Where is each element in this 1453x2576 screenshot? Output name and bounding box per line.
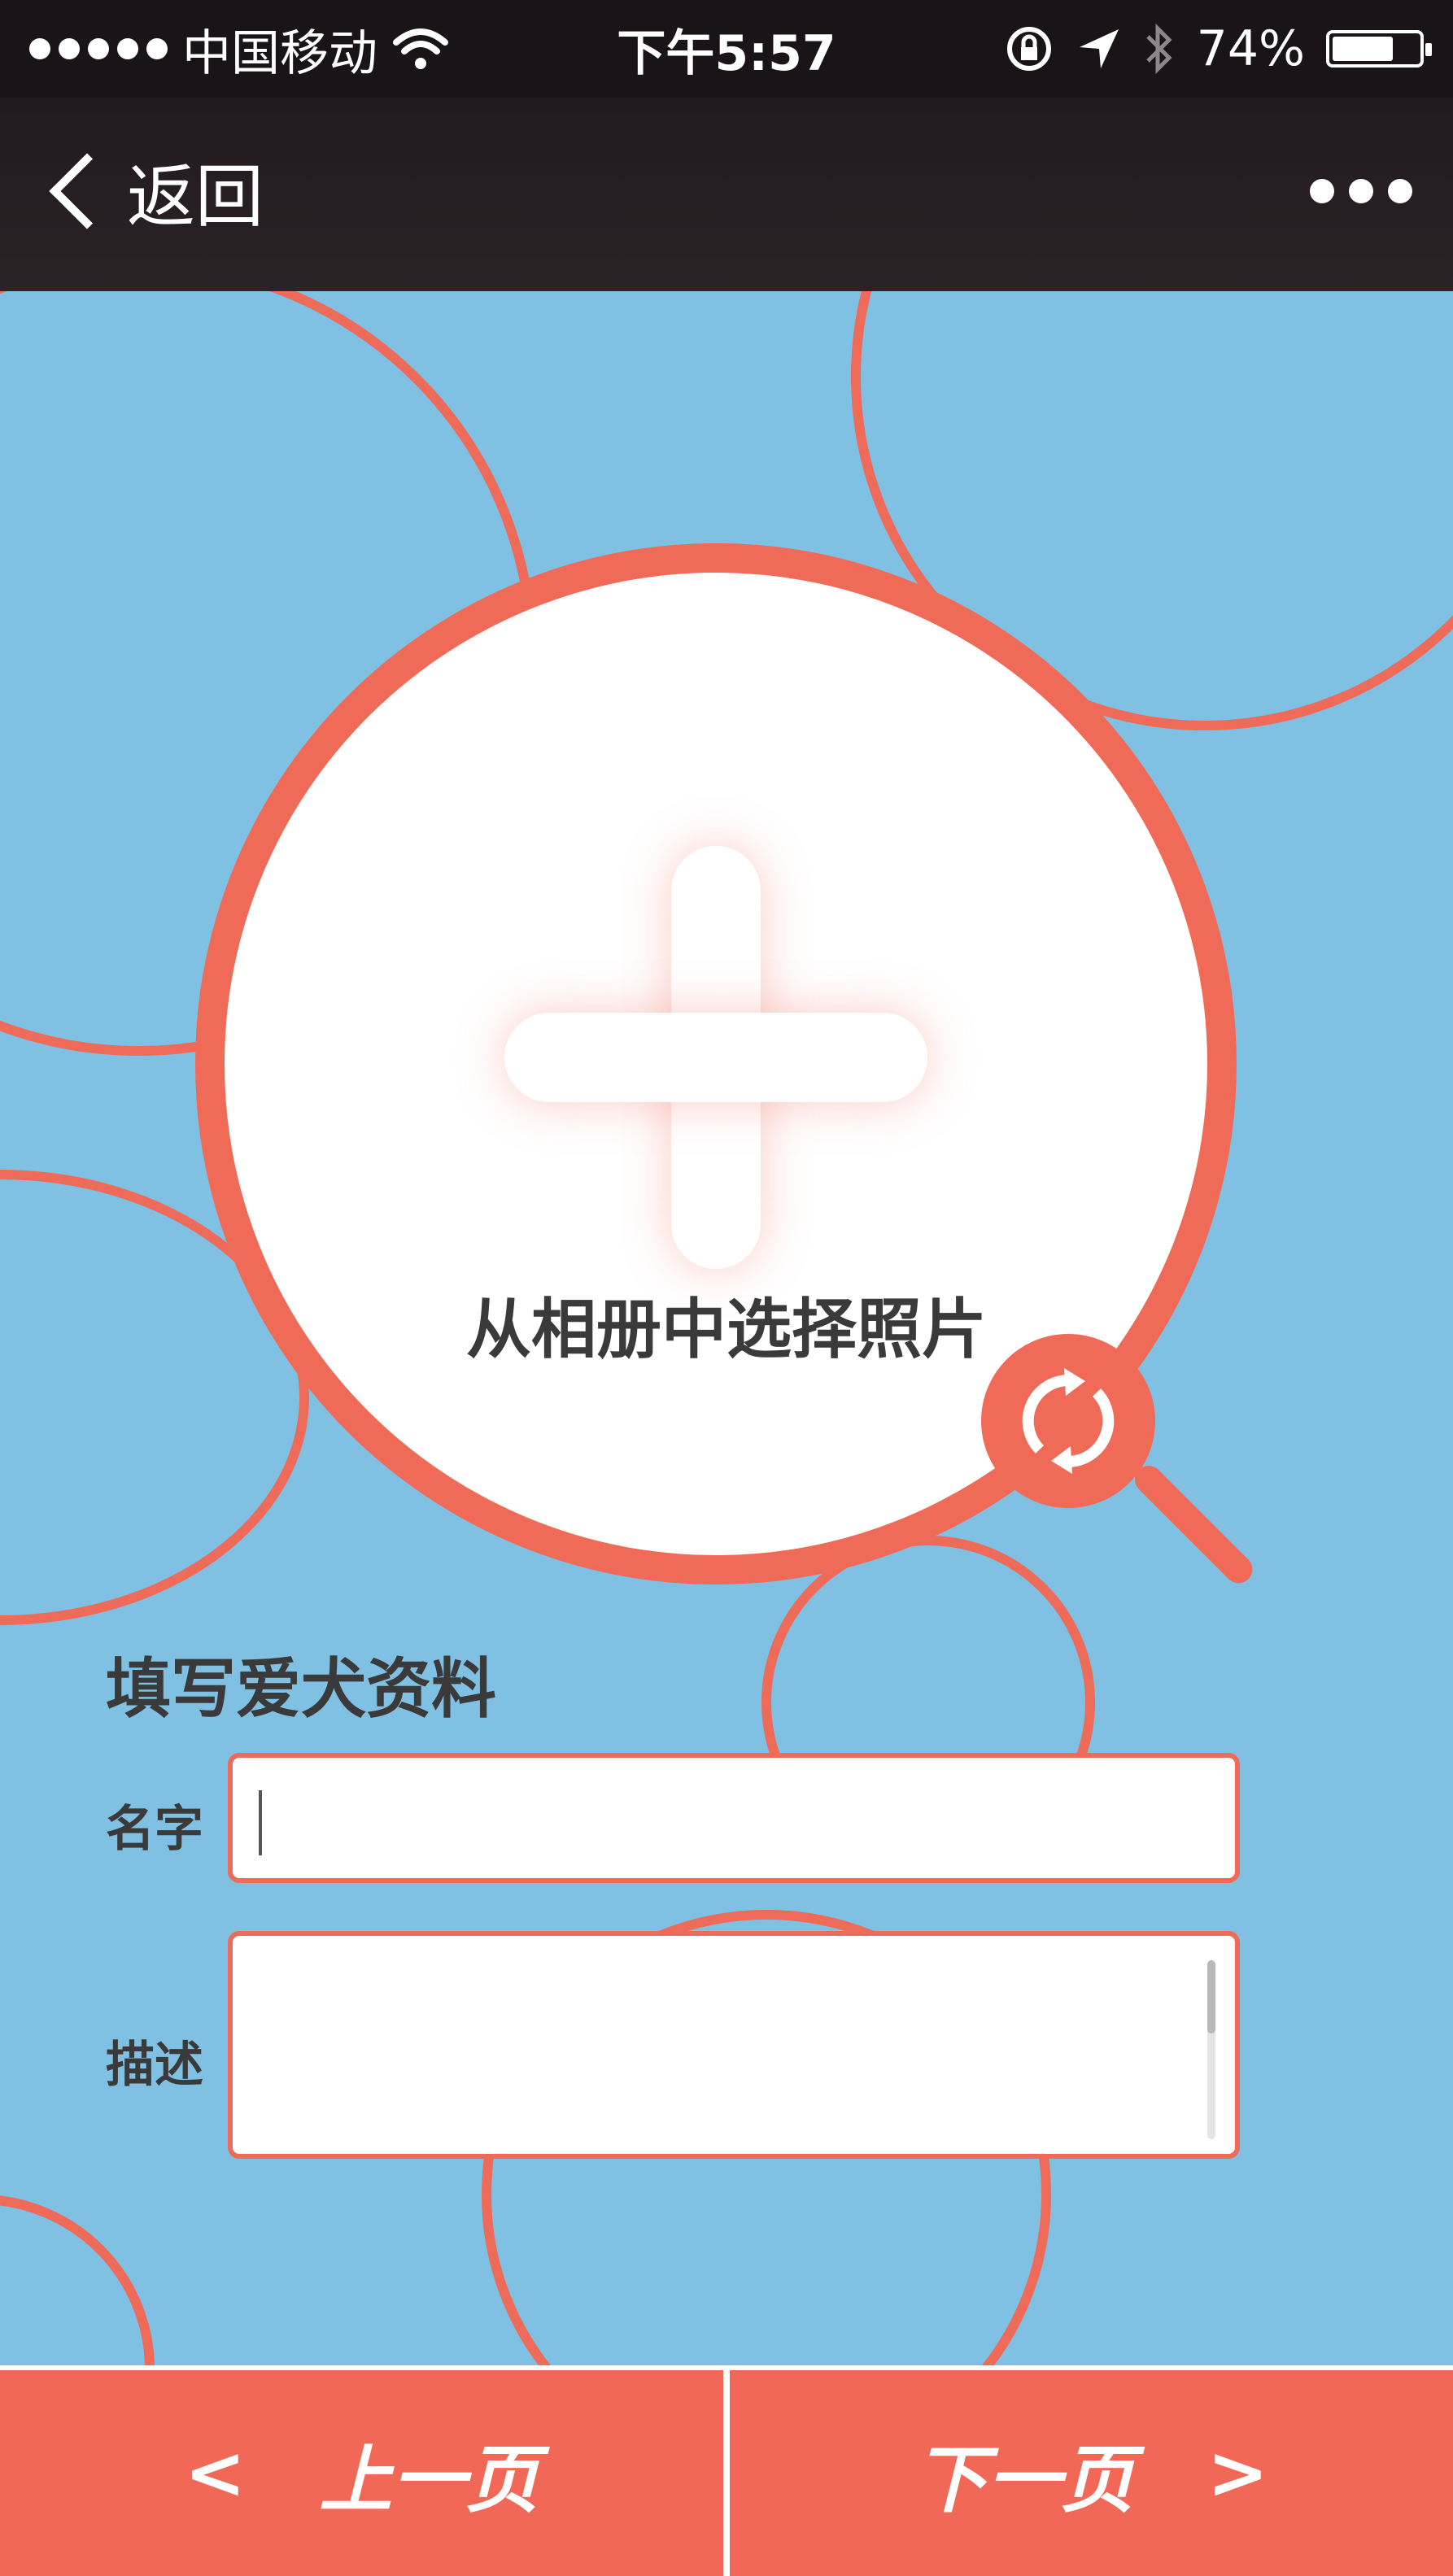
nav-bar: 返回 (0, 98, 1453, 291)
battery-icon (1326, 30, 1432, 68)
bg-ring (0, 2195, 155, 2365)
back-chevron-icon (49, 153, 125, 229)
more-dots-icon (1310, 179, 1334, 203)
next-page-label: 下一页 (914, 2437, 1134, 2523)
chevron-left-icon: < (184, 2430, 247, 2516)
textarea-scrollbar[interactable] (1207, 1960, 1215, 2139)
description-label: 描述 (106, 2037, 203, 2094)
bluetooth-icon (1145, 23, 1172, 75)
next-page-button[interactable]: 下一页 > (730, 2370, 1453, 2576)
prev-page-label: 上一页 (319, 2437, 539, 2523)
location-arrow-icon (1079, 29, 1119, 68)
plus-icon (504, 846, 927, 1269)
name-label: 名字 (106, 1801, 203, 1858)
scrollbar-thumb[interactable] (1207, 1960, 1215, 2033)
battery-percent: 74% (1196, 20, 1305, 77)
prev-page-button[interactable]: < 上一页 (0, 2370, 723, 2576)
back-button[interactable]: 返回 (41, 146, 264, 237)
photo-picker-label: 从相册中选择照片 (466, 1292, 987, 1367)
text-caret (259, 1790, 262, 1855)
wifi-icon (393, 28, 448, 69)
refresh-magnifier-icon (981, 1334, 1155, 1508)
chevron-right-icon: > (1206, 2430, 1269, 2516)
more-options-button[interactable] (1310, 171, 1412, 211)
form-title: 填写爱犬资料 (106, 1651, 496, 1727)
carrier-name: 中国移动 (182, 24, 377, 82)
status-left: 中国移动 (29, 14, 449, 85)
description-textarea[interactable] (228, 1931, 1240, 2159)
orientation-lock-icon (1006, 27, 1051, 71)
status-right: 74% (1003, 20, 1432, 77)
bottom-nav: < 上一页 下一页 > (0, 2365, 1453, 2576)
back-label: 返回 (127, 156, 264, 237)
status-bar: 中国移动 下午5:57 74% (0, 0, 1453, 98)
signal-strength-icon (29, 38, 168, 59)
name-input[interactable] (228, 1753, 1240, 1883)
